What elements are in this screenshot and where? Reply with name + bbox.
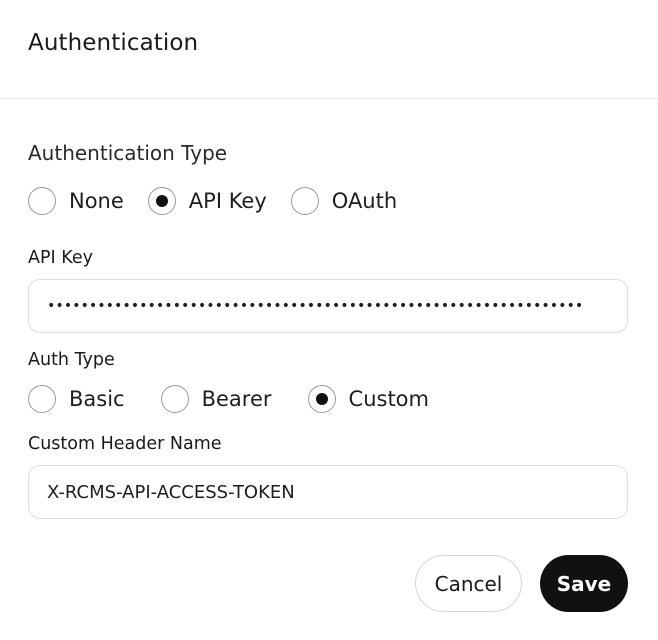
auth-type-radio-group: Basic Bearer Custom <box>28 385 429 413</box>
custom-header-name-input[interactable]: X-RCMS-API-ACCESS-TOKEN <box>28 465 628 519</box>
radio-circle-icon[interactable] <box>160 385 189 413</box>
radio-custom[interactable]: Custom <box>307 385 429 413</box>
radio-none[interactable]: None <box>28 187 124 215</box>
radio-oauth[interactable]: OAuth <box>290 187 398 215</box>
radio-basic[interactable]: Basic <box>28 385 125 413</box>
radio-label-basic: Basic <box>69 387 125 411</box>
dialog-header: Authentication <box>0 0 658 99</box>
radio-circle-icon[interactable] <box>307 385 336 413</box>
radio-label-bearer: Bearer <box>201 387 272 411</box>
auth-type-label: Auth Type <box>28 350 115 370</box>
cancel-button[interactable]: Cancel <box>415 555 522 612</box>
radio-circle-icon[interactable] <box>147 187 176 215</box>
radio-dot-icon <box>155 195 168 207</box>
save-button[interactable]: Save <box>540 555 628 612</box>
custom-header-name-label: Custom Header Name <box>28 434 222 454</box>
radio-circle-icon[interactable] <box>28 385 56 413</box>
authentication-type-radio-group: None API Key OAuth <box>28 187 397 215</box>
radio-api-key[interactable]: API Key <box>147 187 267 215</box>
radio-label-none: None <box>69 189 124 213</box>
radio-label-custom: Custom <box>348 387 429 411</box>
radio-circle-icon[interactable] <box>290 187 319 215</box>
api-key-label: API Key <box>28 248 93 268</box>
radio-label-api-key: API Key <box>188 189 267 213</box>
authentication-type-label: Authentication Type <box>28 141 228 165</box>
dialog-title: Authentication <box>28 30 199 56</box>
radio-dot-icon <box>315 393 328 405</box>
api-key-input[interactable]: ••••••••••••••••••••••••••••••••••••••••… <box>28 279 628 333</box>
radio-label-oauth: OAuth <box>331 189 398 213</box>
radio-bearer[interactable]: Bearer <box>160 385 272 413</box>
radio-circle-icon[interactable] <box>28 187 56 215</box>
